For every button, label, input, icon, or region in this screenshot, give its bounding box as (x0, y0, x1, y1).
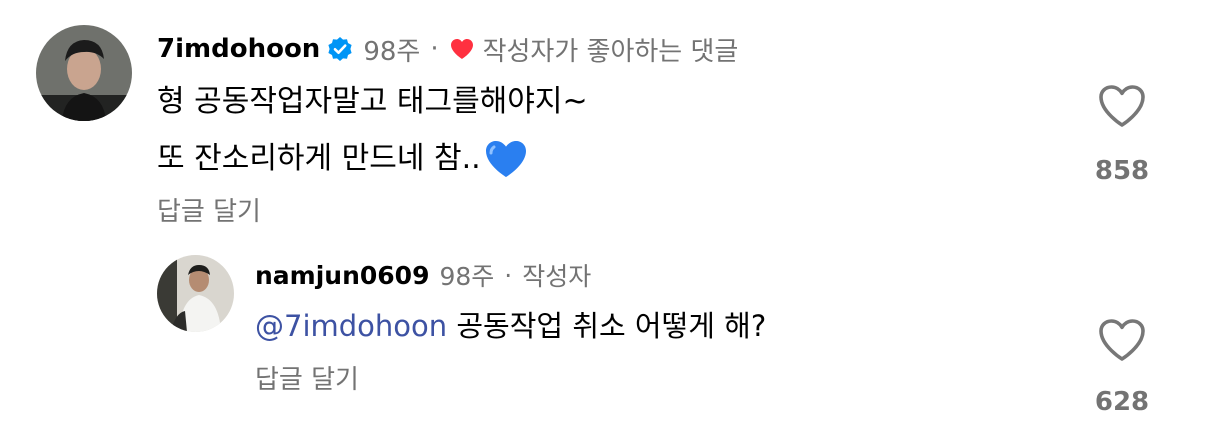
like-count: 858 (1094, 156, 1150, 186)
comment-text-body: 공동작업 취소 어떻게 해? (456, 309, 767, 343)
comment-header: namjun0609 98주 · 작성자 (255, 258, 591, 292)
comment: 7imdohoon 98주 · 작성자가 좋아하는 댓글 형 공동작업자말고 태… (0, 0, 1206, 240)
heart-filled-icon (449, 37, 475, 61)
user-avatar-photo (36, 25, 132, 121)
reply-comment: namjun0609 98주 · 작성자 @7imdohoon 공동작업 취소 … (0, 240, 1206, 433)
heart-outline-icon[interactable] (1097, 317, 1147, 367)
blue-heart-emoji (483, 138, 529, 180)
author-badge: 작성자 (522, 262, 592, 291)
comment-time: 98주 (363, 36, 421, 67)
mention-link[interactable]: @7imdohoon (255, 309, 447, 343)
comment-text-line-2: 또 잔소리하게 만드네 참.. (157, 138, 529, 180)
reply-button[interactable]: 답글 달기 (157, 194, 261, 230)
separator-dot: · (430, 34, 439, 64)
comment-time: 98주 (439, 262, 495, 291)
separator-dot: · (504, 260, 513, 290)
username[interactable]: 7imdohoon (157, 34, 320, 64)
avatar[interactable] (157, 255, 234, 332)
comment-text-line-1: 형 공동작업자말고 태그를해야지~ (157, 84, 588, 119)
user-avatar-photo (157, 255, 234, 332)
comment-text: 또 잔소리하게 만드네 참.. (157, 141, 481, 176)
reply-button[interactable]: 답글 달기 (255, 362, 359, 398)
author-liked-label: 작성자가 좋아하는 댓글 (482, 36, 739, 67)
avatar[interactable] (36, 25, 132, 121)
like-count: 628 (1094, 387, 1150, 417)
username[interactable]: namjun0609 (255, 261, 429, 290)
comment-header: 7imdohoon 98주 · 작성자가 좋아하는 댓글 (157, 31, 738, 67)
comment-text: @7imdohoon 공동작업 취소 어떻게 해? (255, 306, 766, 346)
heart-outline-icon[interactable] (1097, 83, 1147, 133)
verified-badge-icon (327, 36, 353, 62)
